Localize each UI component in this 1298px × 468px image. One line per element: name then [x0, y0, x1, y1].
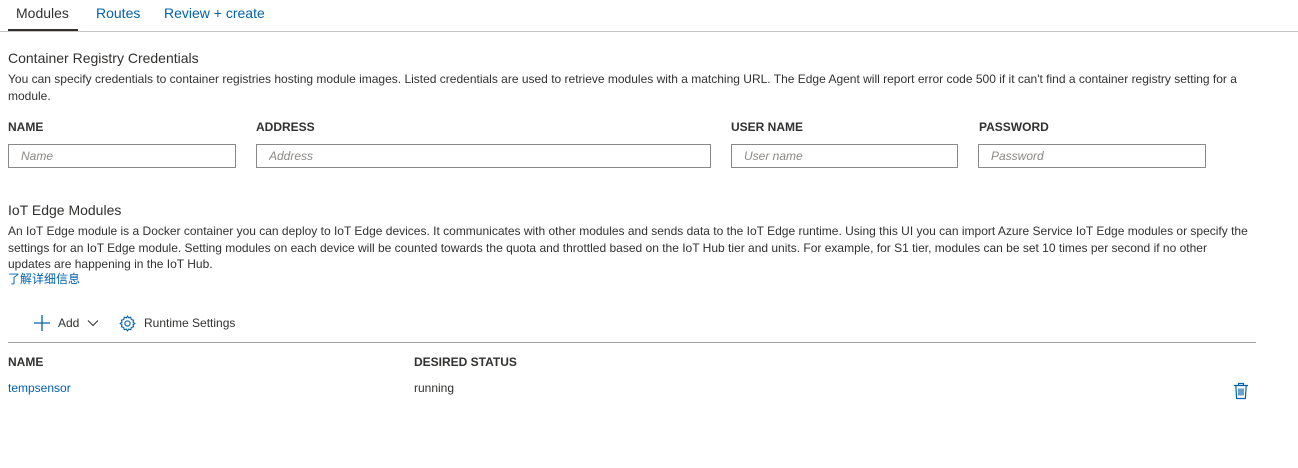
tab-review-create[interactable]: Review + create: [164, 4, 265, 22]
runtime-settings-button[interactable]: Runtime Settings: [119, 312, 235, 334]
trash-icon[interactable]: [1233, 382, 1249, 405]
registry-username-label: USER NAME: [731, 120, 804, 134]
registry-password-input[interactable]: [978, 144, 1206, 168]
learn-more-link[interactable]: 了解详细信息: [8, 271, 80, 287]
runtime-settings-label: Runtime Settings: [144, 316, 236, 330]
modules-description: An IoT Edge module is a Docker container…: [8, 224, 1248, 271]
module-name-link[interactable]: tempsensor: [8, 381, 71, 395]
registry-description: You can specify credentials to container…: [8, 72, 1237, 103]
gear-icon: [119, 314, 136, 332]
registry-name-label: NAME: [8, 120, 44, 134]
tab-routes[interactable]: Routes: [96, 4, 140, 22]
registry-username-input[interactable]: [731, 144, 958, 168]
grid-header-name: NAME: [8, 355, 44, 369]
registry-address-label: ADDRESS: [256, 120, 315, 134]
registry-address-input[interactable]: [256, 144, 711, 168]
registry-password-label: PASSWORD: [979, 120, 1049, 134]
add-module-button[interactable]: Add: [33, 312, 99, 334]
modules-section-title: IoT Edge Modules: [8, 202, 122, 218]
tab-bar: Modules Routes Review + create: [0, 0, 1298, 32]
chevron-down-icon: [87, 317, 99, 329]
grid-divider: [8, 342, 1256, 343]
registry-name-input[interactable]: [8, 144, 236, 168]
tab-modules[interactable]: Modules: [16, 4, 69, 22]
add-button-label: Add: [58, 316, 80, 330]
registry-section-title: Container Registry Credentials: [8, 50, 199, 66]
grid-header-desired-status: DESIRED STATUS: [414, 355, 517, 369]
plus-icon: [33, 314, 51, 332]
active-tab-indicator: [8, 29, 78, 31]
module-desired-status: running: [414, 381, 455, 395]
